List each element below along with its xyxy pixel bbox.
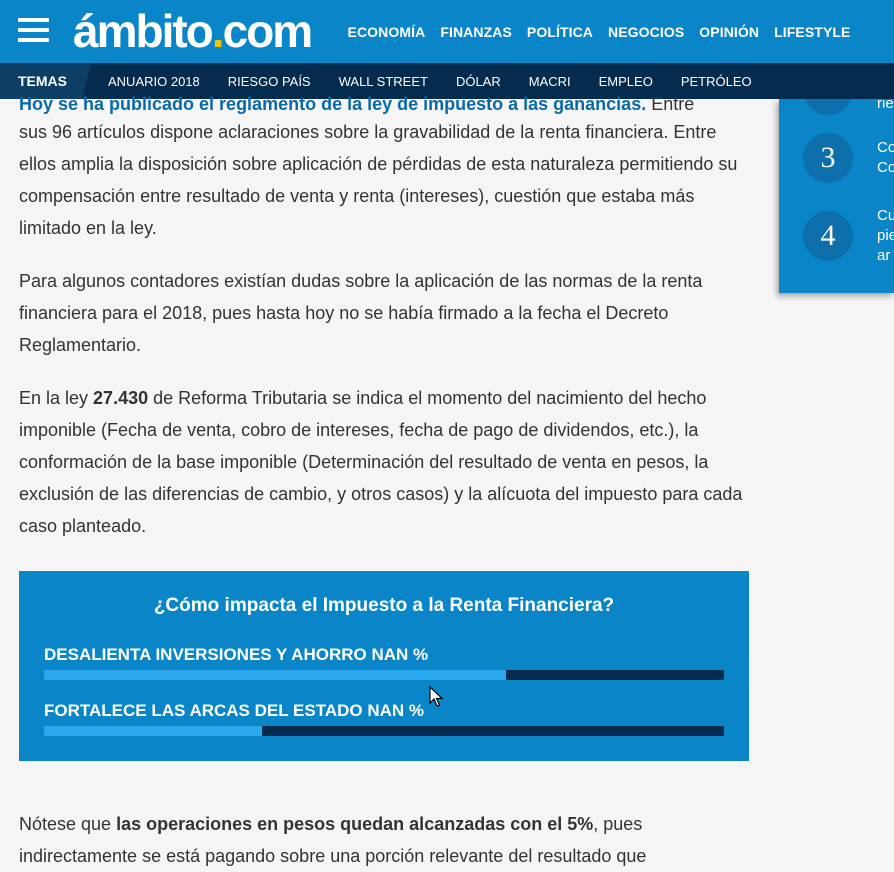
article-paragraph-4: Nótese que las operaciones en pesos qued… — [19, 814, 647, 866]
poll-option-2-bar[interactable] — [44, 726, 724, 736]
sidebar-item-text: Cu pie ar — [877, 207, 894, 264]
nav-opinion[interactable]: OPINIÓN — [699, 24, 759, 40]
site-header: ámbito.com ECONOMÍA FINANZAS POLÍTICA NE… — [0, 0, 894, 63]
article-link[interactable]: Hoy se ha publicado el reglamento de la … — [19, 94, 646, 114]
poll-title: ¿Cómo impacta el Impuesto a la Renta Fin… — [153, 595, 615, 616]
sidebar-number — [803, 99, 853, 115]
topic-empleo[interactable]: EMPLEO — [599, 74, 653, 89]
nav-economia[interactable]: ECONOMÍA — [348, 24, 426, 40]
poll-option-1-label[interactable]: DESALIENTA INVERSIONES Y AHORRO NAN % — [44, 645, 428, 665]
highlight-text: las operaciones en pesos quedan alcanzad… — [116, 814, 594, 834]
sidebar-item-text: Co Co — [877, 139, 894, 176]
poll-option-1-fill — [44, 670, 507, 680]
sidebar-item-2[interactable]: rie — [803, 99, 894, 115]
topic-riesgo-pais[interactable]: RIESGO PAÍS — [228, 74, 311, 89]
topic-macri[interactable]: MACRI — [529, 74, 571, 89]
poll-option-2-label[interactable]: FORTALECE LAS ARCAS DEL ESTADO NAN % — [44, 701, 424, 721]
article-paragraph-1: sus 96 artículos dispone aclaraciones so… — [19, 122, 738, 238]
mouse-pointer-icon — [429, 686, 443, 707]
poll-option-1-bar[interactable] — [44, 670, 724, 680]
article-paragraph-2: Para algunos contadores existían dudas s… — [19, 271, 703, 355]
sidebar-item-text: rie — [877, 99, 894, 112]
nav-lifestyle[interactable]: LIFESTYLE — [774, 24, 850, 40]
topic-wall-street[interactable]: WALL STREET — [339, 74, 428, 89]
law-number: 27.430 — [93, 388, 149, 408]
poll-option-2-fill — [44, 726, 262, 736]
site-logo[interactable]: ámbito.com — [73, 4, 313, 58]
most-read-sidebar: rie 3 Co Co 4 Cu pie ar — [779, 99, 894, 293]
sidebar-item-3[interactable]: 3 Co Co — [803, 133, 894, 183]
sidebar-item-4[interactable]: 4 Cu pie ar — [803, 206, 894, 266]
nav-politica[interactable]: POLÍTICA — [527, 24, 593, 40]
topic-anuario[interactable]: ANUARIO 2018 — [108, 74, 200, 89]
nav-negocios[interactable]: NEGOCIOS — [608, 24, 684, 40]
topic-dolar[interactable]: DÓLAR — [456, 74, 501, 89]
article-cut-line: Hoy se ha publicado el reglamento de la … — [19, 94, 695, 114]
sidebar-number: 3 — [803, 133, 853, 183]
main-nav: ECONOMÍA FINANZAS POLÍTICA NEGOCIOS OPIN… — [340, 0, 858, 63]
article-body: Hoy se ha publicado el reglamento de la … — [19, 88, 749, 563]
menu-icon[interactable] — [18, 18, 49, 44]
poll-box: ¿Cómo impacta el Impuesto a la Renta Fin… — [19, 571, 749, 761]
article-paragraph-3: En la ley 27.430 de Reforma Tributaria s… — [19, 388, 743, 536]
nav-finanzas[interactable]: FINANZAS — [440, 24, 512, 40]
sidebar-number: 4 — [803, 211, 853, 261]
topic-petroleo[interactable]: PETRÓLEO — [681, 74, 752, 89]
